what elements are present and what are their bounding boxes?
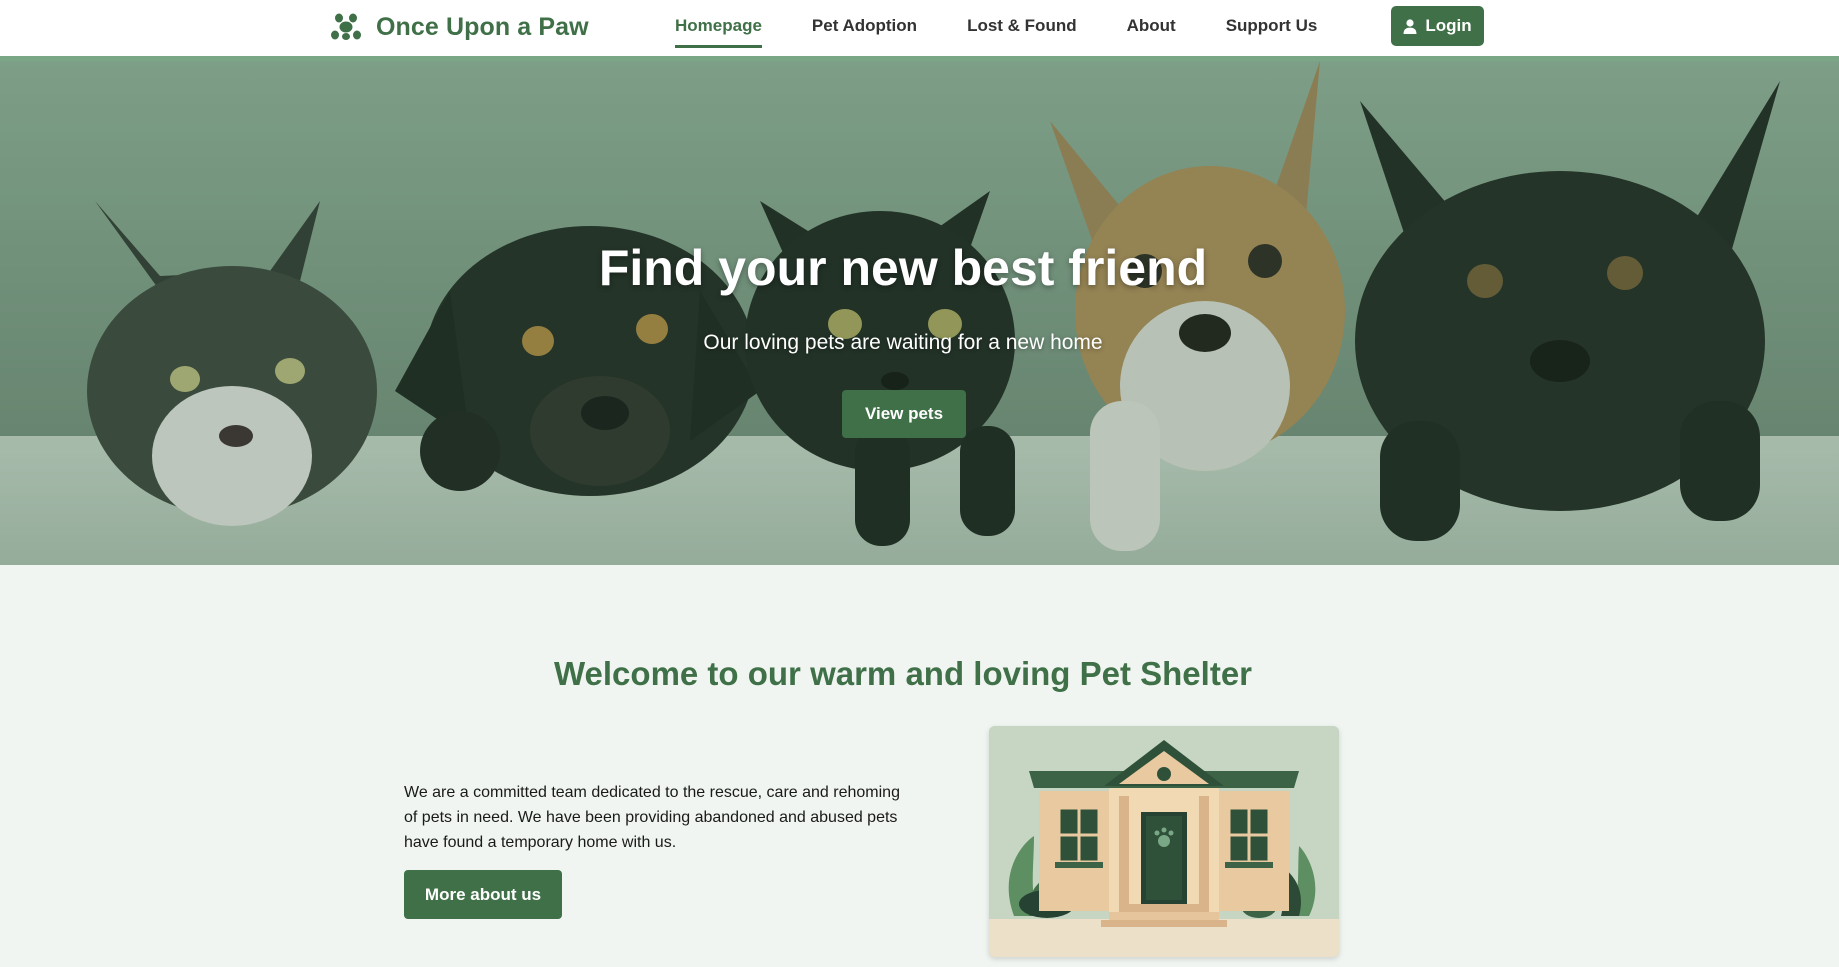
nav-about[interactable]: About	[1127, 0, 1176, 48]
main-nav: Homepage Pet Adoption Lost & Found About…	[675, 0, 1317, 56]
brand-logo-link[interactable]: Once Upon a Paw	[330, 10, 589, 44]
paw-icon	[330, 13, 362, 41]
hero-overlay	[0, 61, 1839, 565]
nav-lost-and-found[interactable]: Lost & Found	[967, 0, 1077, 48]
login-label: Login	[1425, 16, 1472, 35]
login-button[interactable]: Login	[1391, 6, 1484, 46]
welcome-title: Welcome to our warm and loving Pet Shelt…	[553, 655, 1253, 692]
user-icon	[1403, 18, 1417, 34]
nav-pet-adoption[interactable]: Pet Adoption	[812, 0, 917, 48]
more-about-us-button[interactable]: More about us	[404, 870, 562, 919]
shelter-house-illustration	[989, 726, 1339, 957]
hero-title: Find your new best friend	[598, 240, 1208, 296]
top-navbar: Once Upon a Paw Homepage Pet Adoption Lo…	[0, 0, 1839, 61]
view-pets-button[interactable]: View pets	[842, 390, 966, 438]
about-paragraph: We are a committed team dedicated to the…	[404, 784, 900, 851]
brand-name: Once Upon a Paw	[376, 12, 589, 41]
nav-homepage[interactable]: Homepage	[675, 0, 762, 48]
nav-support-us[interactable]: Support Us	[1226, 0, 1318, 48]
hero-section: Find your new best friend Our loving pet…	[0, 61, 1839, 565]
hero-subtitle: Our loving pets are waiting for a new ho…	[703, 331, 1103, 354]
